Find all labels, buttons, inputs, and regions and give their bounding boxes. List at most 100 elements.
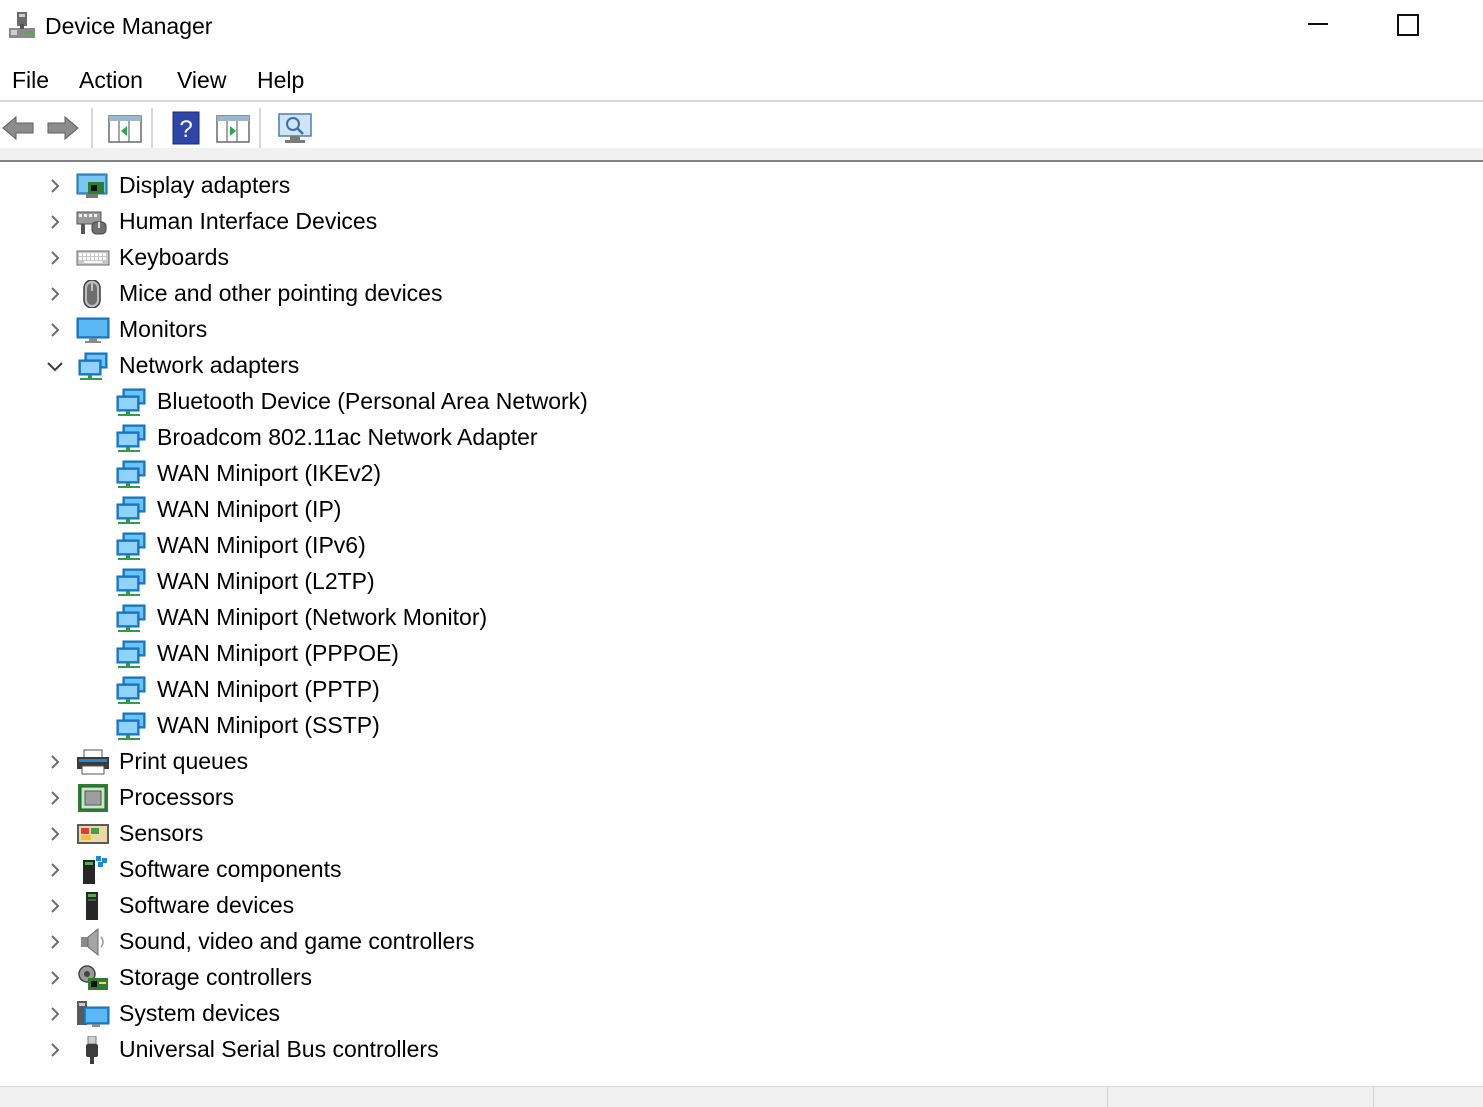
tree-child-network-adapter[interactable]: WAN Miniport (PPPOE) — [0, 636, 900, 672]
tree-node-sound-video-game[interactable]: Sound, video and game controllers — [0, 924, 900, 960]
tree-child-label: Broadcom 802.11ac Network Adapter — [157, 424, 538, 450]
tree-node-processors[interactable]: Processors — [0, 780, 900, 816]
tree-node-label: Universal Serial Bus controllers — [119, 1036, 439, 1062]
tree-node-keyboards[interactable]: Keyboards — [0, 240, 900, 276]
tree-child-label: WAN Miniport (IP) — [157, 496, 342, 522]
minimize-button[interactable] — [1306, 10, 1332, 36]
tree-child-network-adapter[interactable]: WAN Miniport (Network Monitor) — [0, 600, 900, 636]
tree-child-network-adapter[interactable]: WAN Miniport (L2TP) — [0, 564, 900, 600]
mouse-icon — [83, 280, 101, 308]
forward-icon[interactable] — [45, 110, 81, 146]
help-icon[interactable]: ? — [169, 110, 205, 146]
tree-node-human-interface-devices[interactable]: Human Interface Devices — [0, 204, 900, 240]
network-adapter-icon — [116, 496, 146, 524]
title-bar: Device Manager — [0, 0, 1483, 56]
tree-child-label: WAN Miniport (IKEv2) — [157, 460, 382, 486]
tree-child-network-adapter[interactable]: WAN Miniport (IPv6) — [0, 528, 900, 564]
toolbar-divider — [259, 108, 261, 148]
tree-node-label: Monitors — [119, 316, 208, 342]
chevron-right-icon[interactable] — [46, 753, 64, 771]
tree-child-network-adapter[interactable]: WAN Miniport (SSTP) — [0, 708, 900, 744]
chevron-right-icon[interactable] — [46, 1005, 64, 1023]
tree-node-storage-controllers[interactable]: Storage controllers — [0, 960, 900, 996]
tree-node-network-adapters[interactable]: Network adapters — [0, 348, 900, 384]
keyboard-icon — [76, 250, 110, 266]
tree-node-label: Storage controllers — [119, 964, 313, 990]
tree-node-label: Print queues — [119, 748, 249, 774]
network-adapter-icon — [78, 352, 108, 380]
network-adapter-icon — [116, 640, 146, 668]
tree-child-label: WAN Miniport (PPPOE) — [157, 640, 399, 666]
tree-node-label: Sensors — [119, 820, 204, 846]
processor-icon — [78, 784, 108, 812]
tree-node-software-devices[interactable]: Software devices — [0, 888, 900, 924]
device-manager-app-icon — [9, 12, 35, 38]
tree-child-label: WAN Miniport (L2TP) — [157, 568, 375, 594]
network-adapter-icon — [116, 460, 146, 488]
usb-icon — [86, 1036, 98, 1064]
status-pane — [1107, 1087, 1373, 1107]
tree-node-label: Sound, video and game controllers — [119, 928, 475, 954]
network-adapter-icon — [116, 424, 146, 452]
tree-child-label: WAN Miniport (Network Monitor) — [157, 604, 488, 630]
chevron-right-icon[interactable] — [46, 1041, 64, 1059]
properties-pane-icon[interactable] — [215, 110, 251, 146]
toolbar-divider — [91, 108, 93, 148]
show-hide-console-tree-icon[interactable] — [107, 110, 143, 146]
tree-node-label: Network adapters — [119, 352, 300, 378]
tree-child-label: Bluetooth Device (Personal Area Network) — [157, 388, 588, 414]
system-device-icon — [77, 1001, 110, 1027]
chevron-right-icon[interactable] — [46, 177, 64, 195]
chevron-right-icon[interactable] — [46, 789, 64, 807]
chevron-right-icon[interactable] — [46, 249, 64, 267]
network-adapter-icon — [116, 604, 146, 632]
chevron-right-icon[interactable] — [46, 933, 64, 951]
menu-file[interactable]: File — [12, 67, 49, 94]
tree-child-network-adapter[interactable]: Broadcom 802.11ac Network Adapter — [0, 420, 900, 456]
tree-node-usb-controllers[interactable]: Universal Serial Bus controllers — [0, 1032, 900, 1068]
software-component-icon — [83, 856, 107, 884]
tree-child-network-adapter[interactable]: WAN Miniport (IP) — [0, 492, 900, 528]
menu-view[interactable]: View — [177, 67, 226, 94]
window-title: Device Manager — [45, 13, 213, 39]
tree-node-label: Human Interface Devices — [119, 208, 378, 234]
tree-child-network-adapter[interactable]: WAN Miniport (PPTP) — [0, 672, 900, 708]
tree-node-label: Processors — [119, 784, 235, 810]
chevron-right-icon[interactable] — [46, 969, 64, 987]
menu-help[interactable]: Help — [257, 67, 304, 94]
chevron-right-icon[interactable] — [46, 861, 64, 879]
toolbar: ? — [0, 102, 1483, 152]
hid-icon — [76, 211, 107, 235]
tree-child-label: WAN Miniport (IPv6) — [157, 532, 366, 558]
tree-node-monitors[interactable]: Monitors — [0, 312, 900, 348]
tree-node-label: Software components — [119, 856, 342, 882]
chevron-right-icon[interactable] — [46, 321, 64, 339]
menu-action[interactable]: Action — [79, 67, 143, 94]
tree-node-label: Keyboards — [119, 244, 229, 270]
tree-node-print-queues[interactable]: Print queues — [0, 744, 900, 780]
monitor-icon — [76, 317, 110, 343]
tree-child-label: WAN Miniport (PPTP) — [157, 676, 380, 702]
scan-hardware-icon[interactable] — [277, 110, 313, 146]
tree-node-mice[interactable]: Mice and other pointing devices — [0, 276, 900, 312]
tree-child-network-adapter[interactable]: WAN Miniport (IKEv2) — [0, 456, 900, 492]
storage-controller-icon — [78, 965, 108, 990]
tree-node-label: System devices — [119, 1000, 281, 1026]
tree-node-display-adapters[interactable]: Display adapters — [0, 168, 900, 204]
sensor-icon — [77, 824, 109, 844]
tree-node-system-devices[interactable]: System devices — [0, 996, 900, 1032]
device-tree: Display adapters Human Interface Devices… — [0, 166, 1483, 1076]
tree-node-software-components[interactable]: Software components — [0, 852, 900, 888]
back-icon[interactable] — [0, 110, 36, 146]
chevron-right-icon[interactable] — [46, 897, 64, 915]
chevron-down-icon[interactable] — [46, 357, 64, 375]
network-adapter-icon — [116, 532, 146, 560]
network-adapter-icon — [116, 676, 146, 704]
chevron-right-icon[interactable] — [46, 285, 64, 303]
tree-child-network-adapter[interactable]: Bluetooth Device (Personal Area Network) — [0, 384, 900, 420]
chevron-right-icon[interactable] — [46, 825, 64, 843]
status-pane — [1373, 1087, 1483, 1107]
tree-node-sensors[interactable]: Sensors — [0, 816, 900, 852]
maximize-button[interactable] — [1397, 14, 1419, 36]
chevron-right-icon[interactable] — [46, 213, 64, 231]
